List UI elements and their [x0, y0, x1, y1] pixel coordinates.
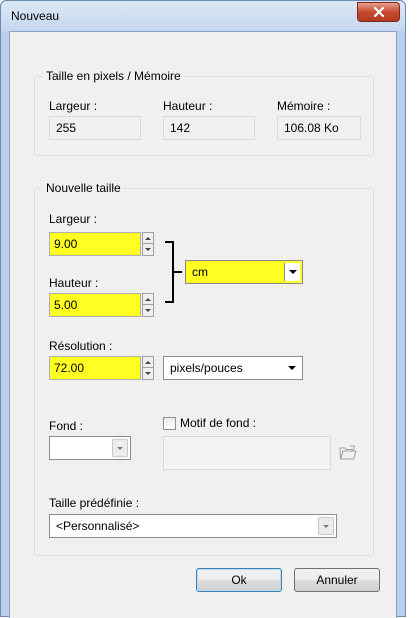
preset-select-value: <Personnalisé> — [56, 519, 140, 533]
background-label: Fond : — [49, 419, 84, 433]
new-size-group: Nouvelle taille Largeur : 9.00 Hauteur :… — [34, 181, 374, 556]
pixel-height-label: Hauteur : — [163, 99, 213, 113]
resolution-input[interactable]: 72.00 — [49, 356, 141, 380]
dropdown-arrow-icon[interactable] — [284, 263, 300, 281]
height-spinner[interactable] — [142, 293, 154, 317]
resolution-unit-select[interactable]: pixels/pouces — [163, 356, 303, 380]
link-bracket — [165, 241, 174, 303]
pixel-height-value: 142 — [163, 116, 255, 140]
ok-button[interactable]: Ok — [196, 568, 282, 592]
background-color-select[interactable] — [49, 436, 131, 460]
pattern-label: Motif de fond : — [180, 416, 257, 430]
resolution-label: Résolution : — [49, 339, 113, 353]
spin-up-icon[interactable] — [143, 294, 153, 305]
unit-select-value: cm — [192, 265, 208, 279]
pattern-checkbox[interactable] — [163, 417, 176, 430]
new-size-group-title: Nouvelle taille — [43, 181, 124, 195]
preset-select[interactable]: <Personnalisé> — [49, 514, 337, 538]
resolution-spinner[interactable] — [142, 356, 154, 380]
spin-down-icon[interactable] — [143, 368, 153, 379]
height-input[interactable]: 5.00 — [49, 293, 141, 317]
unit-select[interactable]: cm — [185, 260, 303, 284]
dropdown-arrow-icon[interactable] — [112, 439, 128, 457]
width-label: Largeur : — [49, 212, 98, 226]
spin-up-icon[interactable] — [143, 233, 153, 244]
title-bar[interactable]: Nouveau — [1, 1, 405, 31]
window-title: Nouveau — [11, 9, 60, 23]
memory-group-title: Taille en pixels / Mémoire — [43, 69, 184, 83]
pattern-field — [163, 436, 331, 470]
dropdown-arrow-icon[interactable] — [284, 359, 300, 377]
height-label: Hauteur : — [49, 276, 99, 290]
spin-up-icon[interactable] — [143, 357, 153, 368]
pixel-width-label: Largeur : — [49, 99, 98, 113]
dropdown-arrow-icon[interactable] — [318, 517, 334, 535]
spin-down-icon[interactable] — [143, 305, 153, 316]
link-bracket-tick — [174, 271, 182, 273]
memory-group: Taille en pixels / Mémoire Largeur : Hau… — [34, 69, 374, 156]
width-input[interactable]: 9.00 — [49, 232, 141, 256]
preset-label: Taille prédéfinie : — [49, 496, 140, 510]
spin-down-icon[interactable] — [143, 244, 153, 255]
pixel-width-value: 255 — [49, 116, 141, 140]
close-button[interactable] — [357, 2, 400, 22]
memory-value: 106.08 Ko — [277, 116, 361, 140]
width-spinner[interactable] — [142, 232, 154, 256]
close-icon — [373, 6, 384, 18]
cancel-button[interactable]: Annuler — [294, 568, 380, 592]
folder-open-icon[interactable] — [339, 445, 357, 461]
dialog-client-area: Taille en pixels / Mémoire Largeur : Hau… — [9, 31, 397, 618]
resolution-unit-value: pixels/pouces — [170, 361, 243, 375]
memory-label: Mémoire : — [277, 99, 331, 113]
dialog-window: Nouveau Taille en pixels / Mémoire Large… — [0, 0, 406, 618]
